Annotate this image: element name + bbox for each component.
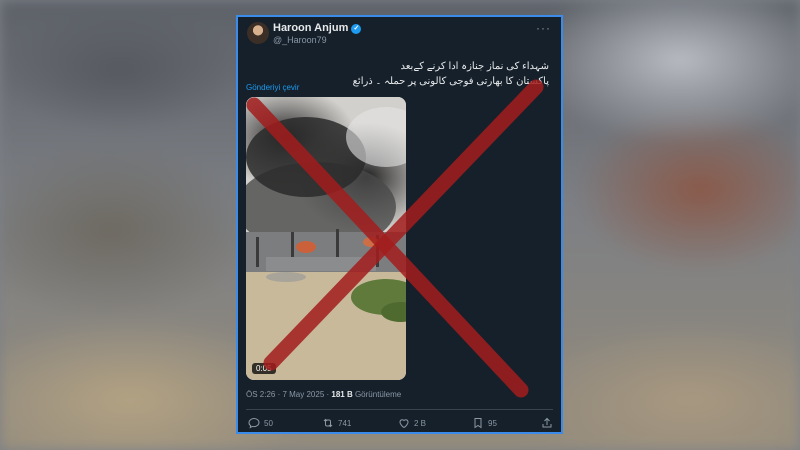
tweet-timestamp: ÖS 2:26 · 7 May 2025 · 181 B Görüntüleme bbox=[246, 390, 401, 399]
author-name[interactable]: Haroon Anjum ✓ bbox=[273, 22, 362, 34]
more-options-icon[interactable]: ··· bbox=[536, 21, 551, 35]
bookmark-button[interactable]: 95 bbox=[472, 417, 497, 429]
tweet-text-line: پاکستان کا بھارتی فوجی کالونی پر حملہ ۔ … bbox=[352, 76, 549, 87]
bookmark-icon bbox=[474, 418, 482, 429]
views-count: 181 B bbox=[331, 390, 353, 399]
author-handle[interactable]: @_Haroon79 bbox=[273, 35, 327, 45]
share-icon bbox=[542, 417, 552, 428]
tweet-text: شہداء کی نماز جنازہ ادا کرنے کےبعد پاکست… bbox=[349, 59, 549, 89]
like-icon bbox=[399, 419, 409, 429]
reply-count: 50 bbox=[264, 418, 273, 428]
retweet-count: 741 bbox=[338, 418, 352, 428]
tweet-card: Haroon Anjum ✓ @_Haroon79 ··· شہداء کی نم… bbox=[236, 15, 563, 434]
retweet-icon bbox=[323, 418, 333, 428]
video-duration: 0:05 bbox=[252, 363, 276, 374]
retweet-button[interactable]: 741 bbox=[322, 417, 351, 429]
action-bar: 50 741 2 B 95 bbox=[238, 417, 561, 431]
video-thumbnail[interactable]: 0:05 bbox=[246, 97, 406, 380]
tweet-text-line: شہداء کی نماز جنازہ ادا کرنے کےبعد bbox=[400, 61, 549, 72]
avatar[interactable] bbox=[247, 22, 269, 44]
timestamp-text[interactable]: ÖS 2:26 · 7 May 2025 · bbox=[246, 390, 331, 399]
bookmark-count: 95 bbox=[488, 418, 497, 428]
reply-button[interactable]: 50 bbox=[248, 417, 273, 429]
divider bbox=[246, 409, 553, 410]
views-label: Görüntüleme bbox=[352, 390, 402, 399]
like-button[interactable]: 2 B bbox=[398, 417, 426, 429]
verified-badge-icon: ✓ bbox=[351, 24, 362, 34]
reply-icon bbox=[248, 417, 260, 429]
like-count: 2 B bbox=[414, 418, 427, 428]
fire-scene-image bbox=[246, 97, 406, 380]
translate-link[interactable]: Gönderiyi çevir bbox=[246, 83, 299, 92]
share-button[interactable] bbox=[541, 417, 553, 429]
